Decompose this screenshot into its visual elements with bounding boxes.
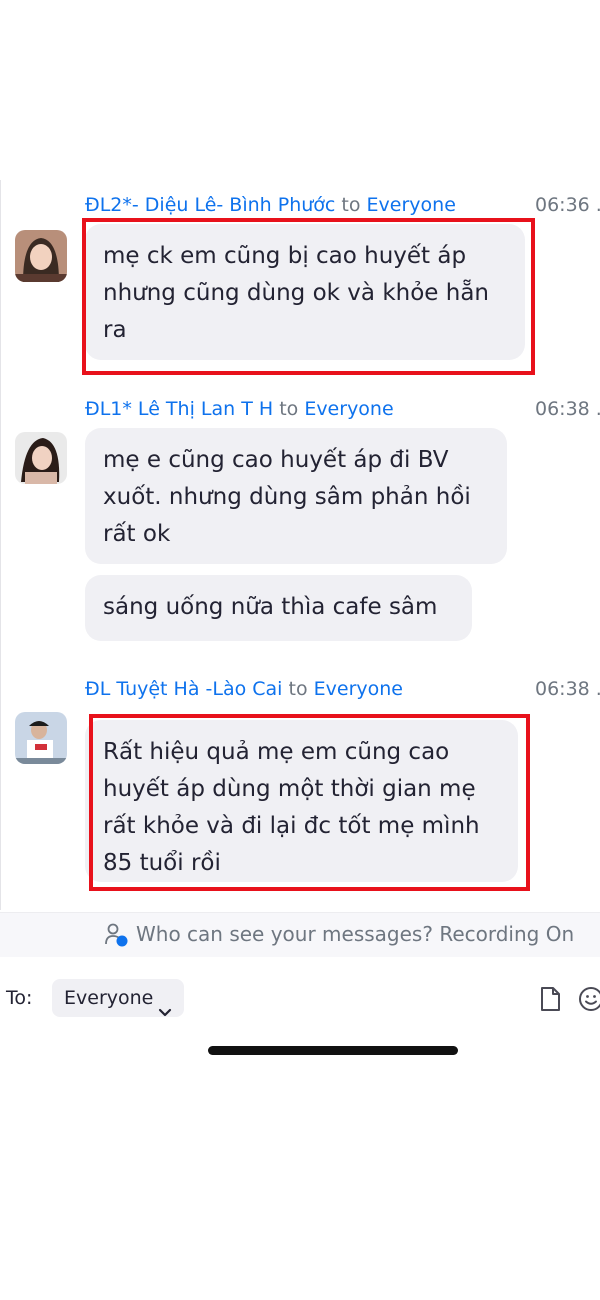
message-bubble[interactable]: Rất hiệu quả mẹ em cũng cao huyết áp dùn… bbox=[85, 720, 518, 882]
sender-name[interactable]: ĐL1* Lê Thị Lan T H bbox=[85, 398, 273, 420]
composer-to-row: To: Everyone bbox=[0, 978, 600, 1020]
recipient-name[interactable]: Everyone bbox=[367, 194, 456, 216]
to-label: To: bbox=[6, 987, 33, 1009]
message-bubble[interactable]: mẹ ck em cũng bị cao huyết áp nhưng cũng… bbox=[85, 224, 525, 360]
message-time: 06:38 ... bbox=[535, 398, 600, 420]
recording-info-bar[interactable]: Who can see your messages? Recording On bbox=[0, 912, 600, 957]
home-indicator bbox=[208, 1046, 458, 1055]
message-time: 06:38 ... bbox=[535, 678, 600, 700]
sender-name[interactable]: ĐL Tuyệt Hà -Lào Cai bbox=[85, 678, 282, 700]
to-word: to bbox=[341, 194, 361, 216]
recipient-name[interactable]: Everyone bbox=[314, 678, 403, 700]
recipient-dropdown[interactable]: Everyone bbox=[52, 979, 184, 1017]
avatar bbox=[15, 230, 67, 282]
recipient-name[interactable]: Everyone bbox=[304, 398, 393, 420]
chevron-down-icon bbox=[158, 993, 172, 1031]
file-icon[interactable] bbox=[538, 986, 562, 1016]
message-header: ĐL1* Lê Thị Lan T H to Everyone bbox=[85, 396, 394, 422]
emoji-icon[interactable] bbox=[578, 986, 600, 1016]
recipient-selected: Everyone bbox=[64, 987, 154, 1009]
to-word: to bbox=[279, 398, 299, 420]
message-time: 06:36 ... bbox=[535, 194, 600, 216]
avatar bbox=[15, 712, 67, 764]
message-header: ĐL2*- Diệu Lê- Bình Phước to Everyone bbox=[85, 192, 456, 218]
info-text: Who can see your messages? Recording On bbox=[136, 922, 575, 946]
chat-panel: ĐL2*- Diệu Lê- Bình Phước to Everyone 06… bbox=[0, 180, 600, 910]
person-lock-icon bbox=[104, 922, 130, 953]
message-bubble[interactable]: sáng uống nữa thìa cafe sâm bbox=[85, 575, 472, 641]
message-header: ĐL Tuyệt Hà -Lào Cai to Everyone bbox=[85, 676, 403, 702]
sender-name[interactable]: ĐL2*- Diệu Lê- Bình Phước bbox=[85, 194, 335, 216]
avatar bbox=[15, 432, 67, 484]
message-bubble[interactable]: mẹ e cũng cao huyết áp đi BV xuốt. nhưng… bbox=[85, 428, 507, 564]
to-word: to bbox=[288, 678, 308, 700]
